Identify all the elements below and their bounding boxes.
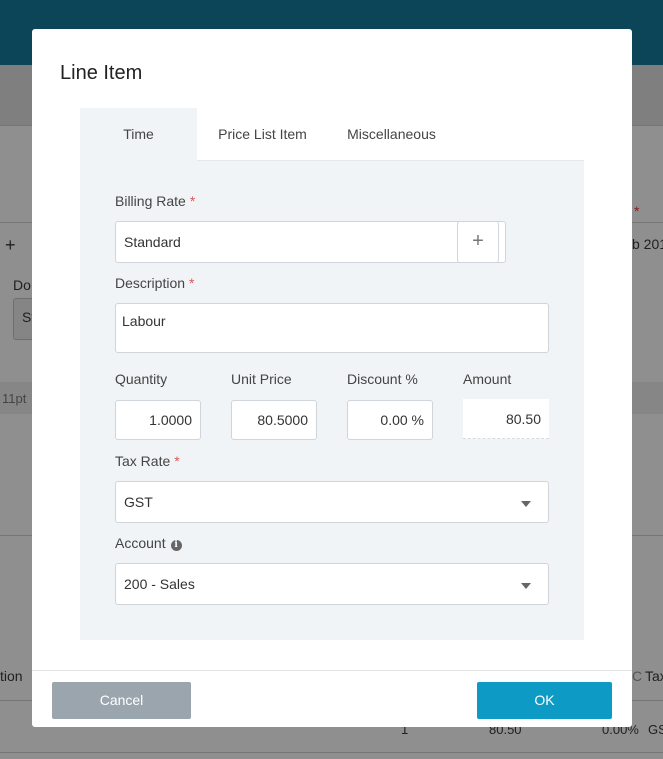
account-value: 200 - Sales	[124, 576, 195, 592]
tab-bar: Time Price List Item Miscellaneous	[80, 108, 584, 161]
tax-rate-select[interactable]: GST	[115, 481, 549, 523]
quantity-input[interactable]: 1.0000	[115, 400, 201, 440]
required-mark: *	[189, 275, 195, 291]
bg-column-header-c: C	[632, 668, 643, 684]
modal-title: Line Item	[60, 62, 143, 84]
ok-button[interactable]: OK	[477, 682, 612, 719]
plus-icon: +	[472, 230, 484, 252]
bg-add-icon: +	[5, 235, 16, 255]
chevron-down-icon	[521, 583, 531, 589]
tab-time[interactable]: Time	[80, 108, 197, 161]
tax-rate-value: GST	[124, 494, 153, 510]
tax-rate-label: Tax Rate *	[115, 453, 180, 469]
description-label-text: Description	[115, 275, 186, 291]
tax-rate-label-text: Tax Rate	[115, 453, 171, 469]
divider	[0, 752, 663, 753]
cancel-button[interactable]: Cancel	[52, 682, 191, 719]
discount-label: Discount %	[347, 371, 418, 387]
bg-required-mark: *	[634, 203, 640, 219]
unit-price-label: Unit Price	[231, 371, 292, 387]
billing-rate-label-text: Billing Rate	[115, 193, 186, 209]
account-label-text: Account	[115, 535, 166, 551]
account-label: Account i	[115, 535, 182, 551]
discount-input[interactable]: 0.00 %	[347, 400, 433, 440]
add-billing-rate-button[interactable]: +	[457, 221, 499, 263]
line-item-modal: Line Item Time Price List Item Miscellan…	[32, 29, 632, 727]
bg-column-header-description: tion	[0, 668, 23, 684]
bg-column-header-tax: Tax	[645, 668, 663, 684]
chevron-down-icon	[521, 501, 531, 507]
quantity-label: Quantity	[115, 371, 168, 387]
bg-date-text: b 201	[632, 236, 663, 252]
unit-price-input[interactable]: 80.5000	[231, 400, 317, 440]
required-mark: *	[174, 453, 180, 469]
required-mark: *	[189, 193, 196, 209]
account-select[interactable]: 200 - Sales	[115, 563, 549, 605]
bg-font-size: 11pt	[2, 391, 27, 406]
amount-label: Amount	[463, 371, 512, 387]
bg-row-tax: GS	[648, 722, 663, 737]
billing-rate-label: Billing Rate *	[115, 193, 195, 209]
billing-rate-select[interactable]: Standard	[115, 221, 506, 263]
amount-value: 80.50	[463, 399, 549, 439]
modal-footer: Cancel OK	[32, 670, 632, 727]
info-icon[interactable]: i	[170, 540, 182, 551]
description-label: Description *	[115, 275, 194, 291]
description-textarea[interactable]: Labour	[115, 303, 549, 353]
bg-field-label: Do	[13, 277, 31, 293]
tab-miscellaneous[interactable]: Miscellaneous	[334, 108, 449, 160]
tab-price-list-item[interactable]: Price List Item	[205, 108, 320, 160]
billing-rate-value: Standard	[124, 234, 181, 250]
